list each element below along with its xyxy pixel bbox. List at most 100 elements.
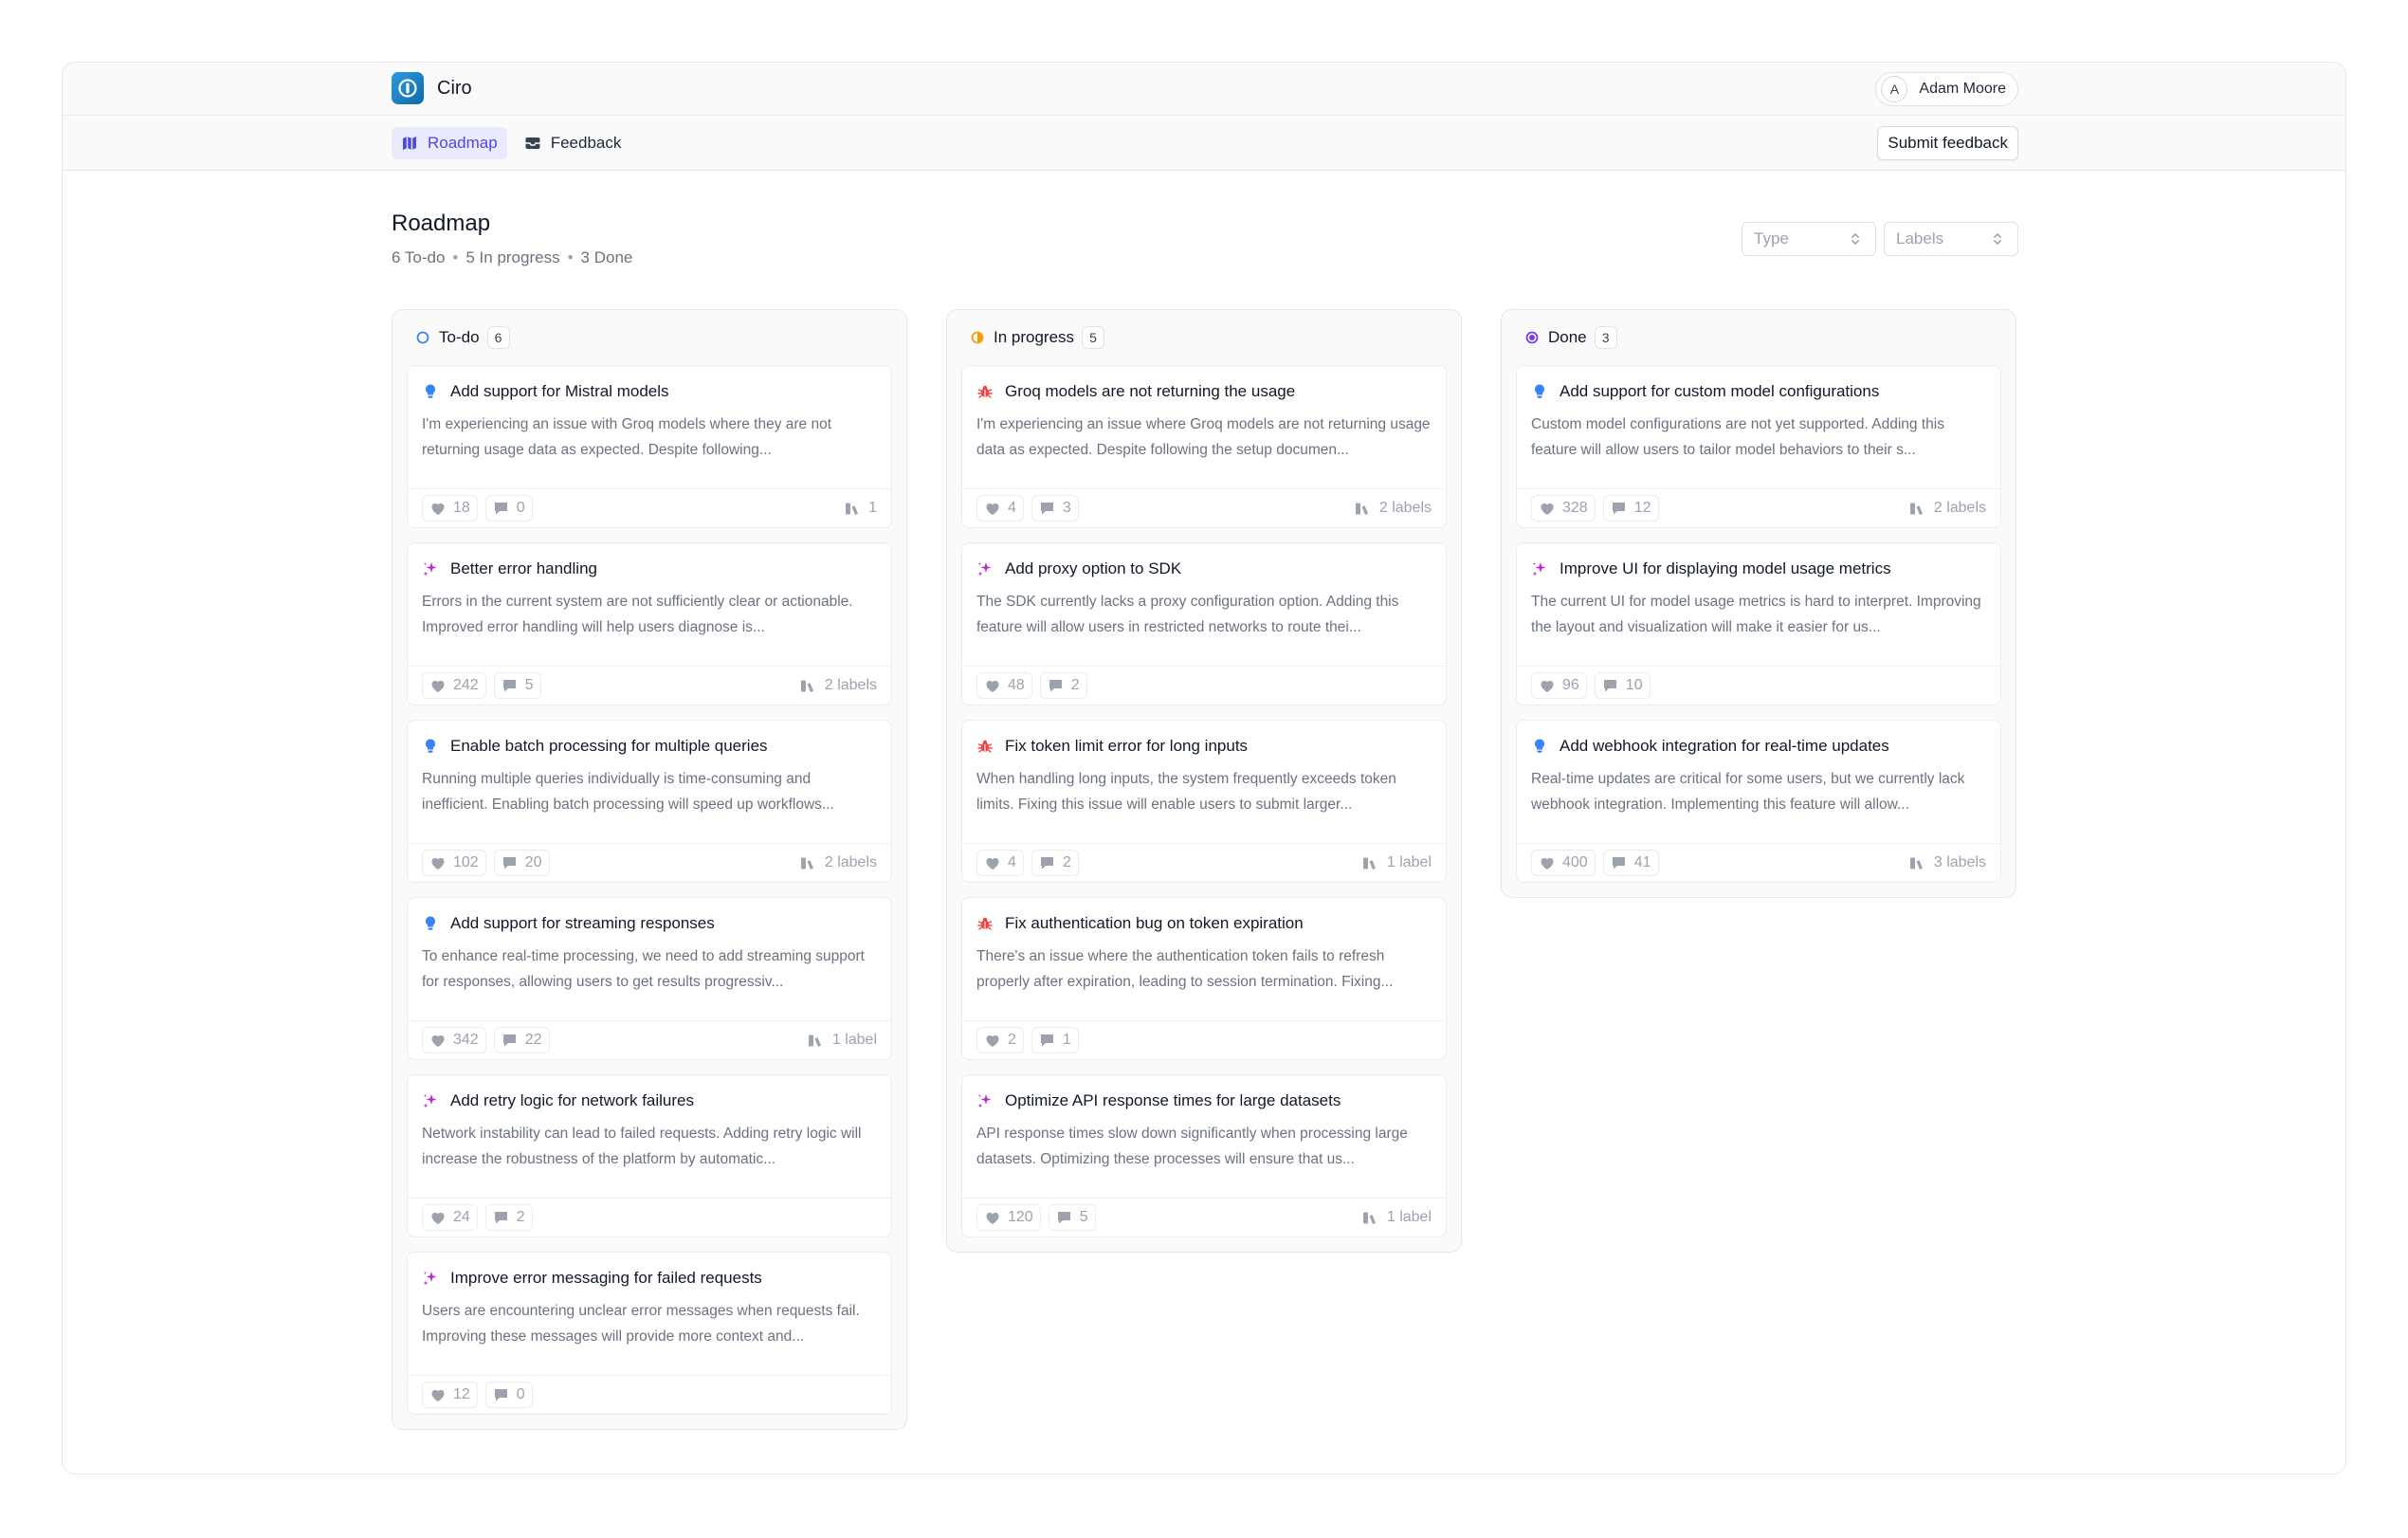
like-button[interactable]: 242 xyxy=(422,672,486,699)
card-description: The current UI for model usage metrics i… xyxy=(1531,594,1981,635)
card-footer: 96 10 xyxy=(1517,667,2000,705)
labels-count[interactable]: 1 label xyxy=(1361,854,1432,871)
sparkles-icon xyxy=(422,1092,439,1109)
labels-count[interactable]: 2 labels xyxy=(1908,500,1986,517)
tab-feedback[interactable]: Feedback xyxy=(515,127,631,159)
comments-button[interactable]: 12 xyxy=(1602,495,1659,522)
card-body: Groq models are not returning the usage … xyxy=(962,366,1446,489)
feedback-card[interactable]: Add support for streaming responses To e… xyxy=(407,897,892,1060)
comment-icon xyxy=(502,854,519,871)
like-button[interactable]: 4 xyxy=(976,495,1024,522)
labels-count[interactable]: 1 label xyxy=(807,1032,877,1049)
like-button[interactable]: 12 xyxy=(422,1382,478,1408)
feedback-card[interactable]: Add webhook integration for real-time up… xyxy=(1516,720,2001,883)
feedback-card[interactable]: Add support for Mistral models I'm exper… xyxy=(407,365,892,528)
like-button[interactable]: 24 xyxy=(422,1204,478,1231)
comments-button[interactable]: 41 xyxy=(1602,850,1659,876)
like-button[interactable]: 48 xyxy=(976,672,1032,699)
card-body: Enable batch processing for multiple que… xyxy=(408,721,891,844)
filters: Type Labels xyxy=(1742,222,2018,256)
feedback-card[interactable]: Add support for custom model configurati… xyxy=(1516,365,2001,528)
comments-button[interactable]: 1 xyxy=(1031,1027,1079,1053)
separator-dot: • xyxy=(567,248,574,266)
comments-button[interactable]: 20 xyxy=(493,850,550,876)
feedback-card[interactable]: Enable batch processing for multiple que… xyxy=(407,720,892,883)
feedback-card[interactable]: Add retry logic for network failures Net… xyxy=(407,1074,892,1237)
feedback-card[interactable]: Improve UI for displaying model usage me… xyxy=(1516,542,2001,705)
labels-text: 2 labels xyxy=(1378,500,1432,516)
bug-icon xyxy=(976,915,994,932)
comments-button[interactable]: 10 xyxy=(1594,672,1651,699)
tag-icon xyxy=(1361,854,1378,871)
comment-icon xyxy=(1039,1032,1056,1049)
labels-filter-select[interactable]: Labels xyxy=(1884,222,2018,256)
like-button[interactable]: 4 xyxy=(976,850,1024,876)
comments-button[interactable]: 5 xyxy=(493,672,541,699)
heart-icon xyxy=(984,1209,1001,1226)
card-footer: 242 5 2 labels xyxy=(408,667,891,705)
status-summary: 6 To-do • 5 In progress • 3 Done xyxy=(392,248,632,267)
comments-button[interactable]: 2 xyxy=(484,1204,533,1231)
comments-button[interactable]: 0 xyxy=(484,1382,533,1408)
card-footer: 24 2 xyxy=(408,1199,891,1236)
brand[interactable]: Ciro xyxy=(392,72,472,104)
labels-count[interactable]: 1 xyxy=(843,500,877,517)
heart-icon xyxy=(1539,854,1556,871)
like-button[interactable]: 102 xyxy=(422,850,486,876)
comment-icon xyxy=(1602,677,1619,694)
comments-button[interactable]: 2 xyxy=(1031,850,1079,876)
column-header: In progress 5 xyxy=(961,310,1447,365)
tab-label: Roadmap xyxy=(428,134,498,152)
card-title-row: Add proxy option to SDK xyxy=(976,557,1432,581)
card-title: Better error handling xyxy=(450,559,597,577)
like-button[interactable]: 120 xyxy=(976,1204,1041,1231)
circle-outline-icon xyxy=(414,329,431,346)
labels-text: 1 label xyxy=(1386,854,1432,870)
card-description: Users are encountering unclear error mes… xyxy=(422,1303,860,1345)
tab-roadmap[interactable]: Roadmap xyxy=(392,127,507,159)
submit-feedback-button[interactable]: Submit feedback xyxy=(1877,126,2018,160)
like-count: 96 xyxy=(1562,677,1579,693)
labels-text: 2 labels xyxy=(1933,500,1986,516)
like-button[interactable]: 18 xyxy=(422,495,478,522)
like-button[interactable]: 96 xyxy=(1531,672,1587,699)
like-count: 328 xyxy=(1562,500,1588,516)
labels-count[interactable]: 2 labels xyxy=(799,677,877,694)
comments-button[interactable]: 5 xyxy=(1048,1204,1096,1231)
chevron-up-down-icon xyxy=(1989,230,2006,247)
comment-count: 5 xyxy=(524,677,534,693)
like-button[interactable]: 400 xyxy=(1531,850,1596,876)
feedback-card[interactable]: Optimize API response times for large da… xyxy=(961,1074,1447,1237)
labels-count[interactable]: 3 labels xyxy=(1908,854,1986,871)
like-button[interactable]: 328 xyxy=(1531,495,1596,522)
labels-count[interactable]: 1 label xyxy=(1361,1209,1432,1226)
comments-button[interactable]: 0 xyxy=(484,495,533,522)
chevron-up-down-icon xyxy=(1847,230,1864,247)
like-button[interactable]: 2 xyxy=(976,1027,1024,1053)
like-button[interactable]: 342 xyxy=(422,1027,486,1053)
user-menu-button[interactable]: A Adam Moore xyxy=(1875,72,2018,106)
comments-button[interactable]: 22 xyxy=(493,1027,550,1053)
comment-icon xyxy=(493,1386,510,1403)
labels-count[interactable]: 2 labels xyxy=(1354,500,1432,517)
like-count: 2 xyxy=(1008,1032,1016,1048)
comment-count: 2 xyxy=(1062,854,1071,870)
feedback-card[interactable]: Fix authentication bug on token expirati… xyxy=(961,897,1447,1060)
page-title: Roadmap xyxy=(392,211,491,236)
feedback-card[interactable]: Add proxy option to SDK The SDK currentl… xyxy=(961,542,1447,705)
type-filter-select[interactable]: Type xyxy=(1742,222,1876,256)
card-title-row: Better error handling xyxy=(422,557,877,581)
like-count: 4 xyxy=(1008,854,1016,870)
comments-button[interactable]: 3 xyxy=(1031,495,1079,522)
column-in-progress: In progress 5 Groq models are not returni… xyxy=(946,309,1462,1253)
comments-button[interactable]: 2 xyxy=(1039,672,1087,699)
labels-count[interactable]: 2 labels xyxy=(799,854,877,871)
feedback-card[interactable]: Better error handling Errors in the curr… xyxy=(407,542,892,705)
comment-count: 5 xyxy=(1079,1209,1088,1225)
feedback-card[interactable]: Groq models are not returning the usage … xyxy=(961,365,1447,528)
tag-icon xyxy=(1354,500,1371,517)
card-title-row: Add retry logic for network failures xyxy=(422,1089,877,1113)
feedback-card[interactable]: Fix token limit error for long inputs Wh… xyxy=(961,720,1447,883)
comment-count: 22 xyxy=(524,1032,542,1048)
feedback-card[interactable]: Improve error messaging for failed reque… xyxy=(407,1252,892,1415)
